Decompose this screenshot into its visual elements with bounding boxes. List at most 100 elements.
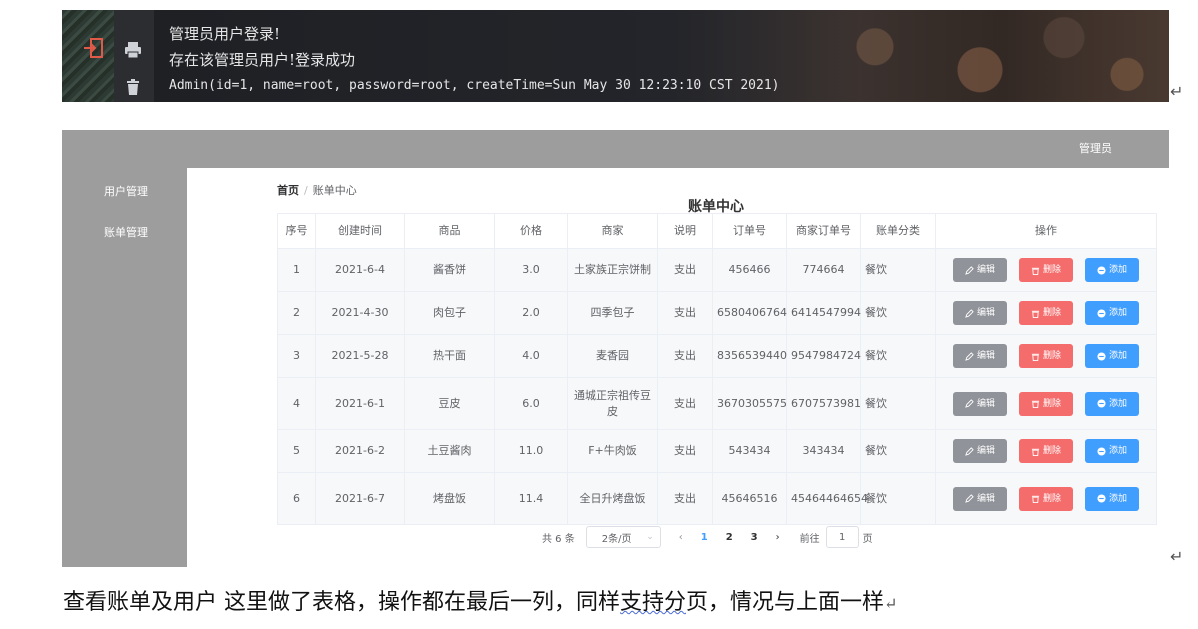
cell-merchant: 全日升烤盘饭 xyxy=(567,472,658,525)
cell-category: 餐饮 xyxy=(860,377,936,430)
cell-price: 4.0 xyxy=(494,334,568,378)
bill-table: 序号 创建时间 商品 价格 商家 说明 订单号 商家订单号 账单分类 操作 12… xyxy=(277,213,1157,525)
cell-order: 45646516 xyxy=(712,472,787,525)
add-button[interactable]: 添加 xyxy=(1085,258,1139,282)
sidebar-item-bill-management[interactable]: 账单管理 xyxy=(104,224,148,240)
add-button[interactable]: 添加 xyxy=(1085,301,1139,325)
edit-icon xyxy=(965,351,977,361)
print-icon[interactable] xyxy=(124,41,142,59)
cell-actions: 编辑 删除 添加 xyxy=(935,291,1157,335)
edit-button[interactable]: 编辑 xyxy=(953,486,1007,511)
delete-button[interactable]: 删除 xyxy=(1019,486,1073,511)
delete-button[interactable]: 删除 xyxy=(1019,258,1073,282)
add-button[interactable]: 添加 xyxy=(1085,439,1139,463)
delete-icon xyxy=(1031,447,1043,456)
cell-actions: 编辑 删除 添加 xyxy=(935,377,1157,430)
table-row: 6 2021-6-7 烤盘饭 11.4 全日升烤盘饭 支出 45646516 45464464… xyxy=(277,472,1157,525)
cell-note: 支出 xyxy=(657,429,713,473)
delete-button[interactable]: 删除 xyxy=(1019,439,1073,463)
sidebar: 用户管理 账单管理 xyxy=(62,168,187,567)
cell-goods: 豆皮 xyxy=(404,377,495,430)
cell-goods: 酱香饼 xyxy=(404,248,495,292)
cell-price: 3.0 xyxy=(494,248,568,292)
column-header: 账单分类 xyxy=(860,213,936,249)
add-label: 添加 xyxy=(1108,265,1127,275)
user-menu[interactable]: 管理员 xyxy=(1079,140,1112,156)
prev-page-button[interactable]: ‹ xyxy=(679,532,683,543)
table-row: 4 2021-6-1 豆皮 6.0 通城正宗祖传豆皮 支出 3670305575 670757… xyxy=(277,377,1157,430)
add-label: 添加 xyxy=(1108,493,1127,504)
edit-label: 编辑 xyxy=(976,446,995,456)
delete-label: 删除 xyxy=(1042,308,1061,318)
console-line: 存在该管理员用户!登录成功 xyxy=(169,51,356,69)
edit-button[interactable]: 编辑 xyxy=(953,344,1007,368)
cell-merchant-order: 6707573981 xyxy=(786,377,861,430)
return-mark: ↵ xyxy=(884,594,898,613)
edit-icon xyxy=(965,399,977,408)
cell-time: 2021-6-1 xyxy=(315,377,405,430)
table-header-row: 序号 创建时间 商品 价格 商家 说明 订单号 商家订单号 账单分类 操作 xyxy=(277,213,1157,249)
edit-icon xyxy=(965,308,977,318)
next-page-button[interactable]: › xyxy=(776,532,780,543)
add-label: 添加 xyxy=(1108,308,1127,318)
cell-merchant-order: 774664 xyxy=(786,248,861,292)
cell-merchant: 麦香园 xyxy=(567,334,658,378)
return-mark: ↵ xyxy=(1170,547,1184,566)
delete-label: 删除 xyxy=(1042,351,1061,361)
goto-label: 前往 xyxy=(799,533,820,545)
delete-label: 删除 xyxy=(1042,265,1061,275)
edit-icon xyxy=(965,494,977,503)
table-row: 1 2021-6-4 酱香饼 3.0 土家族正宗饼制 支出 456466 774664 餐饮 编辑… xyxy=(277,248,1157,292)
cell-category: 餐饮 xyxy=(860,291,936,335)
cell-actions: 编辑 删除 添加 xyxy=(935,429,1157,473)
cell-price: 2.0 xyxy=(494,291,568,335)
delete-button[interactable]: 删除 xyxy=(1019,301,1073,325)
cell-order: 3670305575 xyxy=(712,377,787,430)
delete-label: 删除 xyxy=(1042,493,1061,504)
add-button[interactable]: 添加 xyxy=(1085,391,1139,416)
cell-order: 8356539440 xyxy=(712,334,787,378)
cell-time: 2021-4-30 xyxy=(315,291,405,335)
add-button[interactable]: 添加 xyxy=(1085,486,1139,511)
edit-button[interactable]: 编辑 xyxy=(953,439,1007,463)
page-size-select[interactable]: 2条/页 ⌄ xyxy=(585,526,661,548)
delete-icon xyxy=(1031,399,1043,408)
page-size-value: 2条/页 xyxy=(601,533,632,545)
page-number[interactable]: 1 xyxy=(701,532,708,543)
edit-button[interactable]: 编辑 xyxy=(953,301,1007,325)
page-number[interactable]: 3 xyxy=(751,532,758,543)
delete-button[interactable]: 删除 xyxy=(1019,391,1073,416)
cell-order: 6580406764 xyxy=(712,291,787,335)
delete-label: 删除 xyxy=(1042,398,1061,409)
cell-merchant-order: 45464464654 xyxy=(786,472,868,525)
add-icon xyxy=(1097,308,1109,318)
column-header: 商家 xyxy=(567,213,658,249)
caption-spellcheck-word: 支持分 xyxy=(620,590,687,615)
column-header: 序号 xyxy=(277,213,316,249)
sidebar-item-user-management[interactable]: 用户管理 xyxy=(104,183,148,199)
cell-merchant: F+牛肉饭 xyxy=(567,429,658,473)
add-button[interactable]: 添加 xyxy=(1085,344,1139,368)
edit-button[interactable]: 编辑 xyxy=(953,391,1007,416)
goto-page-input[interactable]: 1 xyxy=(825,526,859,548)
console-background-art xyxy=(749,10,1169,102)
return-mark: ↵ xyxy=(1170,82,1184,101)
cell-no: 3 xyxy=(277,334,316,378)
exit-icon[interactable] xyxy=(82,37,104,59)
cell-order: 456466 xyxy=(712,248,787,292)
chevron-down-icon: ⌄ xyxy=(646,532,654,542)
cell-no: 4 xyxy=(277,377,316,430)
column-header: 订单号 xyxy=(712,213,787,249)
page-number[interactable]: 2 xyxy=(726,532,733,543)
delete-icon xyxy=(1031,352,1043,361)
cell-merchant: 土家族正宗饼制 xyxy=(567,248,658,292)
edit-label: 编辑 xyxy=(976,398,995,409)
edit-button[interactable]: 编辑 xyxy=(953,258,1007,282)
console-line: Admin(id=1, name=root, password=root, cr… xyxy=(169,78,780,93)
cell-category: 餐饮 xyxy=(860,248,936,292)
delete-label: 删除 xyxy=(1042,446,1061,456)
page: 管理员用户登录! 存在该管理员用户!登录成功 Admin(id=1, name=… xyxy=(0,0,1198,629)
cell-merchant: 四季包子 xyxy=(567,291,658,335)
trash-icon[interactable] xyxy=(124,78,142,96)
delete-button[interactable]: 删除 xyxy=(1019,344,1073,368)
